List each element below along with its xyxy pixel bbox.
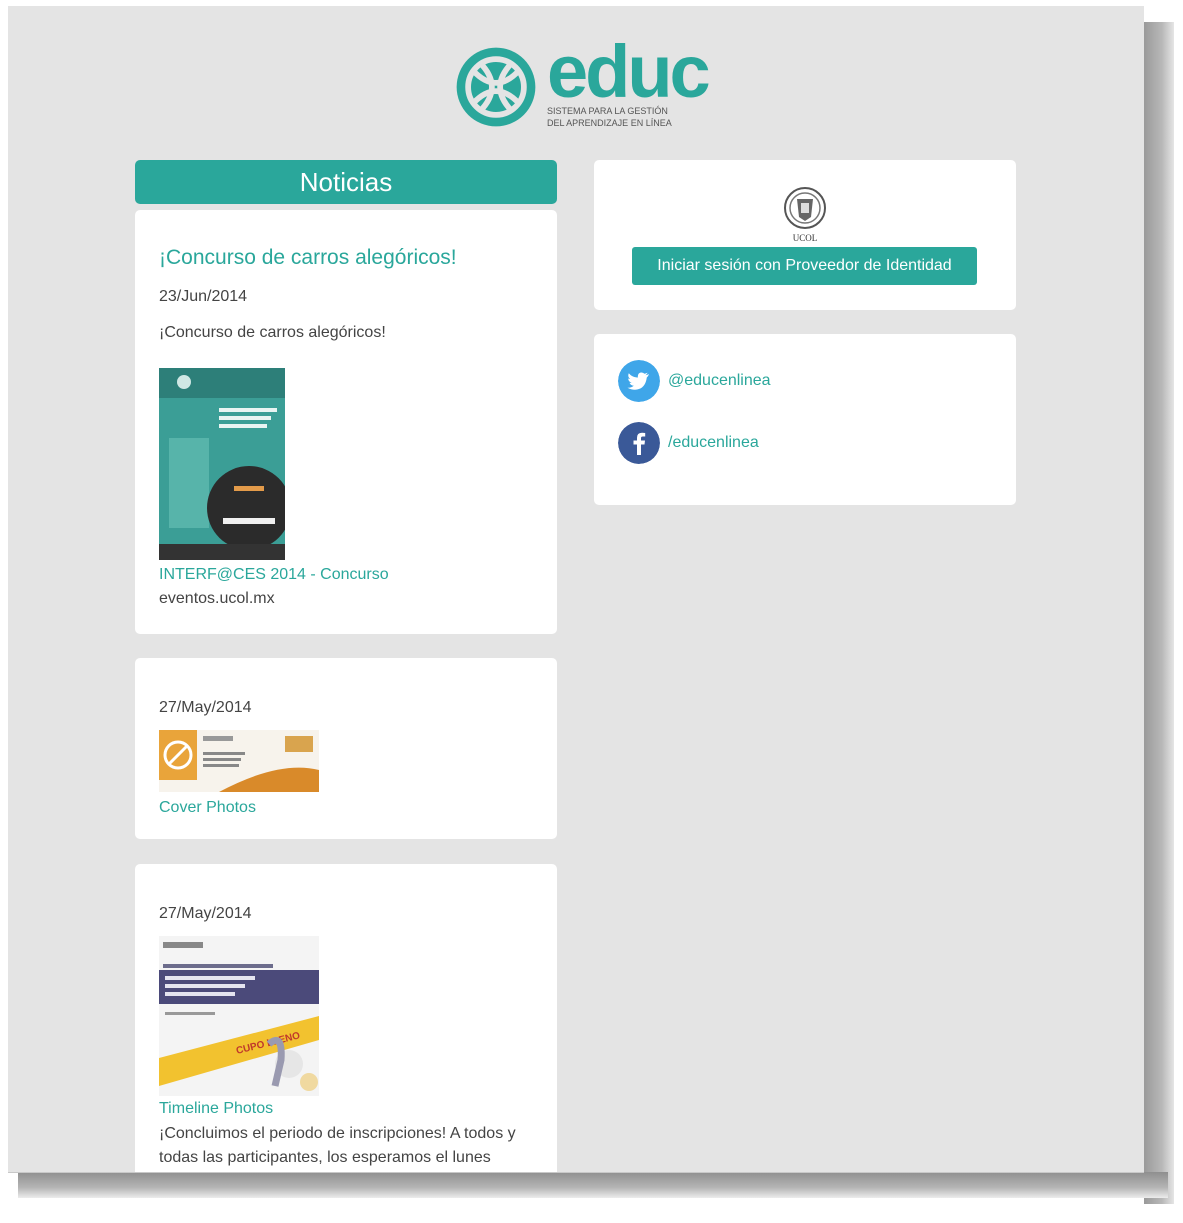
globe-icon [456, 47, 536, 127]
news-link[interactable]: Timeline Photos [159, 1100, 273, 1118]
news-card: ¡Concurso de carros alegóricos! 23/Jun/2… [135, 210, 557, 634]
window-shadow-right [1144, 22, 1174, 1204]
social-card: @educenlinea /educenlinea [594, 334, 1016, 505]
timeline-photo-image[interactable]: CUPO LLENO [159, 936, 319, 1096]
news-title[interactable]: ¡Concurso de carros alegóricos! [159, 246, 457, 270]
news-date: 23/Jun/2014 [159, 288, 248, 305]
cover-photo-image[interactable] [159, 730, 319, 792]
news-card: 27/May/2014 Cover Photos [135, 658, 557, 839]
brand-tagline-2: DEL APRENDIZAJE EN LÍNEA [547, 118, 672, 128]
news-source: eventos.ucol.mx [159, 590, 275, 607]
window-shadow-bottom [18, 1172, 1168, 1198]
news-date: 27/May/2014 [159, 905, 252, 922]
facebook-link[interactable]: /educenlinea [618, 422, 759, 464]
twitter-icon [618, 360, 660, 402]
poster-image[interactable] [159, 368, 285, 560]
educ-logo[interactable]: educ SISTEMA PARA LA GESTIÓN DEL APRENDI… [455, 30, 711, 130]
news-date: 27/May/2014 [159, 699, 252, 716]
university-seal-icon: UCOL [784, 187, 826, 243]
brand-name: educ [547, 30, 711, 113]
news-link[interactable]: INTERF@CES 2014 - Concurso [159, 566, 389, 584]
news-link[interactable]: Cover Photos [159, 799, 256, 817]
login-card: UCOL Iniciar sesión con Proveedor de Ide… [594, 160, 1016, 310]
twitter-handle: @educenlinea [668, 372, 771, 389]
facebook-icon [618, 422, 660, 464]
page: educ SISTEMA PARA LA GESTIÓN DEL APRENDI… [8, 6, 1144, 1173]
news-text: ¡Concurso de carros alegóricos! [159, 324, 386, 341]
identity-provider-login-button[interactable]: Iniciar sesión con Proveedor de Identida… [632, 247, 977, 285]
news-card: 27/May/2014 CUPO LLENO Timeline Photos ¡… [135, 864, 557, 1172]
seal-label: UCOL [793, 233, 818, 243]
facebook-handle: /educenlinea [668, 434, 759, 451]
twitter-link[interactable]: @educenlinea [618, 360, 771, 402]
news-body: ¡Concluimos el periodo de inscripciones!… [159, 1125, 516, 1166]
news-header: Noticias [135, 160, 557, 204]
